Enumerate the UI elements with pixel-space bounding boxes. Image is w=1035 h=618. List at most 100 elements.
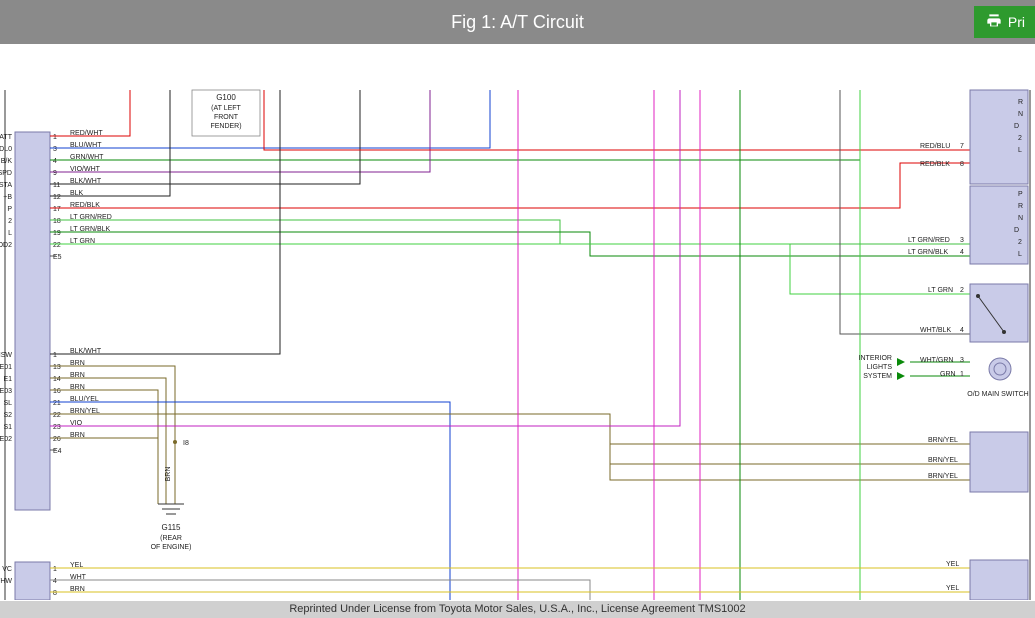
g115-name: G115 (162, 523, 182, 532)
ecu-pin-name: E1 (3, 376, 12, 383)
ecu-pin-name: E03 (0, 388, 12, 395)
ecu-pin-number: 9 (53, 170, 57, 177)
svg-text:YEL: YEL (946, 585, 959, 592)
svg-text:N: N (1018, 111, 1023, 118)
svg-text:2: 2 (1018, 135, 1022, 142)
ecu-pin-name: +B (3, 194, 12, 201)
ecu-pin-number: 1 (53, 134, 57, 141)
ecu-pin-number: 16 (53, 388, 61, 395)
wires (50, 90, 970, 600)
svg-text:LIGHTS: LIGHTS (867, 364, 893, 371)
license-footer: Reprinted Under License from Toyota Moto… (0, 601, 1035, 618)
svg-text:RED/BLK: RED/BLK (920, 161, 950, 168)
ecu-pin-number: 3 (53, 146, 57, 153)
svg-text:N: N (1018, 215, 1023, 222)
svg-text:3: 3 (960, 357, 964, 364)
svg-text:BRN/YEL: BRN/YEL (928, 457, 958, 464)
g115-ground: BRN I8 G115 (REAR OF ENGINE) (151, 440, 192, 551)
ecu-pin-number: 11 (53, 182, 60, 189)
print-label: Pri (1008, 14, 1025, 30)
svg-text:D: D (1014, 227, 1019, 234)
svg-text:D: D (1014, 123, 1019, 130)
ecu-pin-number: 21 (53, 400, 61, 407)
svg-text:GRN: GRN (940, 371, 956, 378)
svg-text:LT GRN/RED: LT GRN/RED (908, 237, 950, 244)
svg-text:2: 2 (1018, 239, 1022, 246)
page-title: Fig 1: A/T Circuit (451, 12, 584, 33)
svg-text:P: P (1018, 191, 1023, 198)
g115-loc2: OF ENGINE) (151, 544, 192, 551)
right-wire-labels: RED/BLU 7 RED/BLK 8 LT GRN/RED 3 LT GRN/BLK… (908, 143, 964, 592)
ecu-pin-number: E4 (53, 448, 62, 455)
g115-wire: BRN (165, 467, 172, 482)
svg-text:8: 8 (960, 161, 964, 168)
ecu-pin-number: 17 (53, 206, 61, 213)
od-lamp (989, 358, 1011, 380)
ecu-pin-number: 22 (53, 412, 61, 419)
svg-text:3: 3 (960, 237, 964, 244)
ecu-pin-name: P (7, 206, 12, 213)
wiring-diagram: G100 (AT LEFT FRONT FENDER) BRN I8 G115 … (0, 44, 1035, 600)
ecu-pin-number: 14 (53, 376, 61, 383)
svg-text:4: 4 (960, 249, 964, 256)
ecu-pin-number: 1 (53, 566, 57, 573)
svg-text:4: 4 (960, 327, 964, 334)
svg-text:BRN/YEL: BRN/YEL (928, 473, 958, 480)
ecu-pin-name: SL (3, 400, 12, 407)
sensor-block (970, 560, 1028, 600)
ecu-pin-name: S1 (3, 424, 12, 431)
ecu-pin-name: E02 (0, 436, 12, 443)
svg-text:YEL: YEL (946, 561, 959, 568)
ecu-pin-name: B/K (1, 158, 13, 165)
ecu-pin-name: OD2 (0, 242, 12, 249)
header-bar: Fig 1: A/T Circuit Pri (0, 0, 1035, 44)
ecu-pin-name: STA (0, 182, 12, 189)
svg-text:2: 2 (960, 287, 964, 294)
ecu-pin-name: IDL0 (0, 146, 12, 153)
g100-loc2: FRONT (214, 114, 239, 121)
ecu-pin-name: S2 (3, 412, 12, 419)
print-icon (986, 13, 1002, 32)
solenoid-block (970, 432, 1028, 492)
ecu-pin-name: SPD (0, 170, 12, 177)
ecu-pin-name: L (8, 230, 12, 237)
ecu-pin-name: 2 (8, 218, 12, 225)
ecu-pin-number: 13 (53, 364, 61, 371)
ecu-pin-number: 19 (53, 230, 61, 237)
ecu-pin-name: THW (0, 578, 12, 585)
ecu-pin-number: 23 (53, 424, 61, 431)
print-button[interactable]: Pri (974, 6, 1035, 38)
svg-text:LT GRN/BLK: LT GRN/BLK (908, 249, 949, 256)
svg-text:BRN/YEL: BRN/YEL (928, 437, 958, 444)
ecu-pin-name: E01 (0, 364, 12, 371)
svg-text:L: L (1018, 251, 1022, 258)
svg-text:WHT/BLK: WHT/BLK (920, 327, 951, 334)
ecu-pin-number: E5 (53, 254, 62, 261)
svg-text:R: R (1018, 99, 1023, 106)
ecu-connector (15, 132, 50, 510)
svg-text:LT GRN: LT GRN (928, 287, 953, 294)
svg-text:R: R (1018, 203, 1023, 210)
svg-text:INTERIOR: INTERIOR (859, 355, 892, 362)
ecu-pin-name: VC (2, 566, 12, 573)
ecu-pin-number: 26 (53, 436, 61, 443)
ecu-pin-number: 22 (53, 242, 61, 249)
svg-text:RED/BLU: RED/BLU (920, 143, 950, 150)
ecu-connector-2 (15, 562, 50, 600)
ecu-pin-number: 12 (53, 194, 61, 201)
ecu-pin-number: 18 (53, 218, 61, 225)
ecu-pin-number: 8 (53, 590, 57, 597)
g100-name: G100 (216, 93, 236, 102)
interior-lights-label: INTERIOR LIGHTS SYSTEM (859, 355, 905, 380)
g115-pin: I8 (183, 440, 189, 447)
ecu-pin-number: 4 (53, 158, 57, 165)
ecu-pin-name: NSW (0, 352, 12, 359)
svg-text:WHT/GRN: WHT/GRN (920, 357, 953, 364)
ecu-pin-number: 1 (53, 352, 57, 359)
svg-text:1: 1 (960, 371, 964, 378)
g100-loc1: (AT LEFT (211, 105, 241, 112)
svg-text:SYSTEM: SYSTEM (863, 373, 892, 380)
svg-text:L: L (1018, 147, 1022, 154)
od-main-switch (970, 284, 1028, 342)
svg-text:7: 7 (960, 143, 964, 150)
